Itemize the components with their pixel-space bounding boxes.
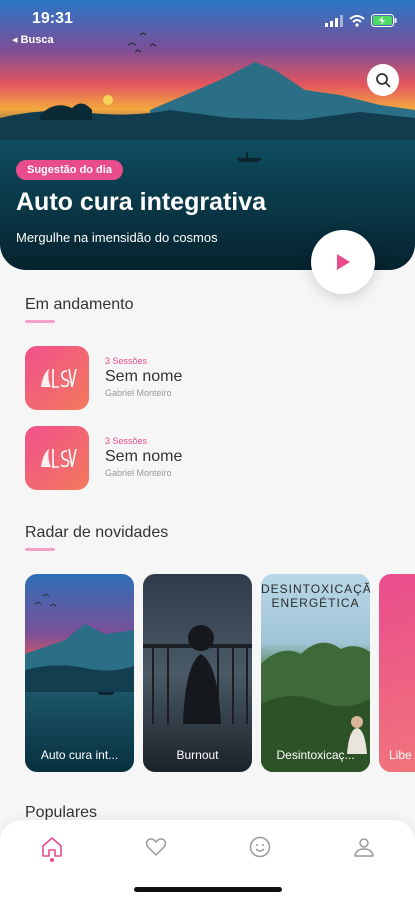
status-bar: 19:31 ◂ Busca [0,10,415,46]
program-name: Sem nome [105,448,183,465]
card-landscape-image [25,574,134,772]
card-label: Burnout [176,748,219,762]
card-overlay-title: DESINTOXICAÇÃ ENERGÉTICA [261,582,370,610]
search-button[interactable] [367,64,399,96]
hero-banner[interactable]: 19:31 ◂ Busca Sugestão do dia Auto cura … [0,0,415,270]
card-label: Auto cura int... [40,748,119,762]
back-to-search-link[interactable]: ◂ Busca [12,33,54,46]
profile-icon [354,838,374,857]
news-card[interactable]: DESINTOXICAÇÃ ENERGÉTICA Desintoxicaç... [261,574,370,772]
program-name: Sem nome [105,368,183,385]
news-carousel[interactable]: Auto cura int... Burnout DESINTOXICAÇÃ E… [25,574,415,772]
heart-icon [145,838,167,856]
hero-subtitle: Mergulhe na imensidão do cosmos [16,230,218,245]
play-icon [337,254,350,270]
tab-mood[interactable] [245,832,275,862]
search-icon [376,73,391,88]
in-progress-item[interactable]: 3 Sessões Sem nome Gabriel Monteiro [25,426,365,490]
tab-favorites[interactable] [141,832,171,862]
sessions-count: 3 Sessões [105,356,148,366]
status-time: 19:31 [32,10,73,27]
card-burnout-image [143,574,252,772]
news-card[interactable]: Auto cura int... [25,574,134,772]
in-progress-title: Em andamento [25,296,134,313]
lsv-logo-icon [41,368,77,388]
in-progress-item[interactable]: 3 Sessões Sem nome Gabriel Monteiro [25,346,365,410]
home-icon [42,837,62,857]
lsv-logo-icon [41,448,77,468]
news-radar-title: Radar de novidades [25,524,169,541]
battery-charging-icon [371,14,397,27]
smiley-icon [249,836,271,858]
card-label: Libe [389,748,412,762]
suggestion-badge: Sugestão do dia [16,160,123,180]
card-label: Desintoxicaç... [276,748,355,762]
wifi-icon [349,14,365,27]
play-button[interactable] [311,230,375,294]
news-card[interactable]: Burnout [143,574,252,772]
program-logo [25,346,89,410]
program-logo [25,426,89,490]
sessions-count: 3 Sessões [105,436,148,446]
hero-title: Auto cura integrativa [16,188,267,216]
program-author: Gabriel Monteiro [105,468,172,478]
active-tab-indicator [50,858,54,862]
section-underline [25,320,55,323]
news-card[interactable]: Libe [379,574,415,772]
cellular-signal-icon [325,14,343,27]
section-underline [25,548,55,551]
program-author: Gabriel Monteiro [105,388,172,398]
home-indicator [134,887,282,892]
tab-profile[interactable] [349,832,379,862]
